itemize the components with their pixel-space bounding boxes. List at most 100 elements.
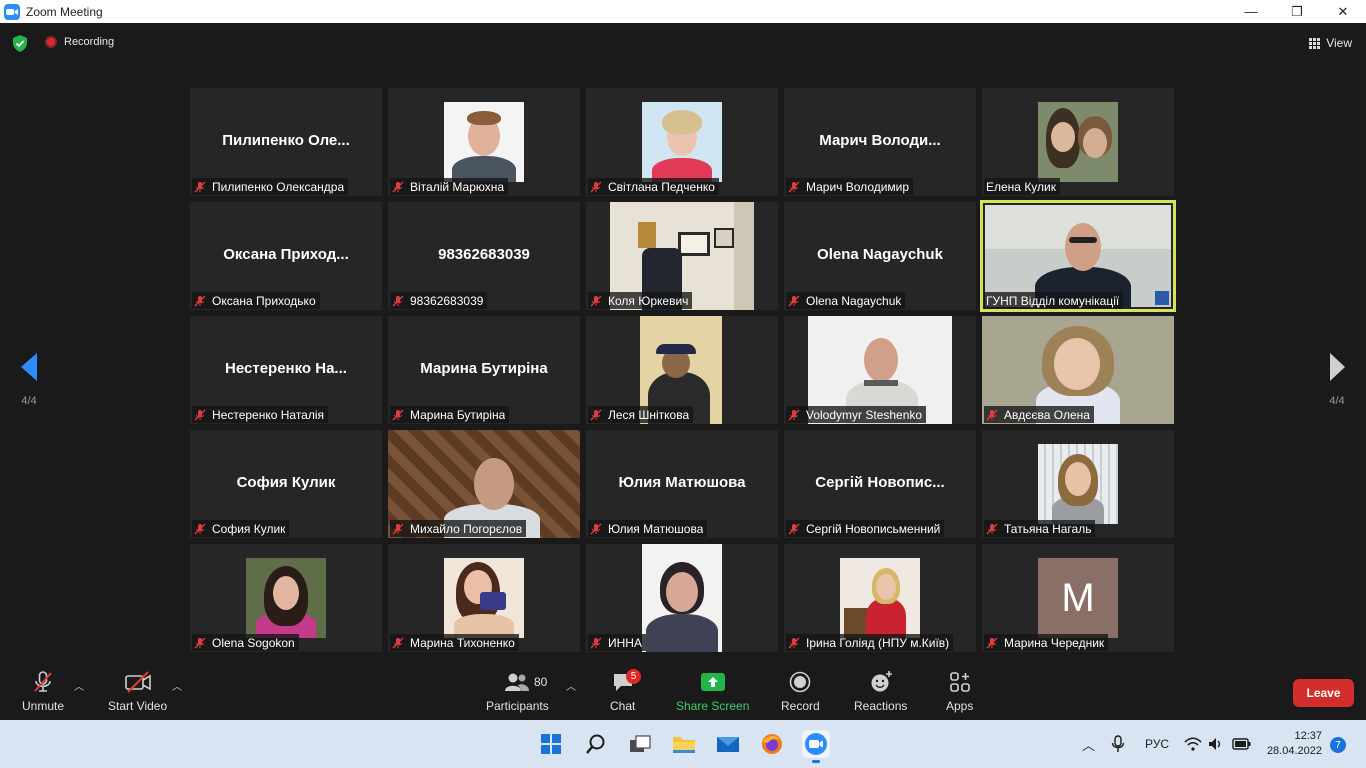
profile-photo	[642, 102, 722, 182]
participant-display-name: Юлия Матюшова	[618, 474, 746, 491]
show-hidden-icons-button[interactable]: ︿	[1082, 720, 1095, 768]
participant-tile[interactable]: Віталій Марюхна	[388, 88, 580, 196]
avatar-letter: M	[1061, 575, 1095, 620]
mail-icon[interactable]	[714, 730, 742, 758]
restore-button[interactable]: ❐	[1274, 0, 1320, 23]
minimize-button[interactable]: —	[1228, 0, 1274, 23]
participant-tile[interactable]: Марина Тихоненко	[388, 544, 580, 652]
participant-tile[interactable]: Елена Кулик	[982, 88, 1174, 196]
participant-name: Татьяна Нагаль	[1004, 521, 1092, 536]
battery-icon[interactable]	[1232, 720, 1252, 768]
participant-name-label: ГУНП Відділ комунікації	[984, 292, 1124, 309]
title-bar: Zoom Meeting — ❐ ✕	[0, 0, 1366, 23]
participant-display-name: Сергій Новопис...	[815, 474, 945, 491]
participant-tile[interactable]: Olena Nagaychuk Olena Nagaychuk	[784, 202, 976, 310]
input-language-indicator[interactable]: РУС	[1145, 720, 1169, 768]
firefox-icon[interactable]	[758, 730, 786, 758]
participant-tile[interactable]: Татьяна Нагаль	[982, 430, 1174, 538]
apps-button[interactable]: Apps	[946, 670, 973, 713]
muted-mic-icon	[788, 181, 800, 192]
participant-tile[interactable]: Леся Шніткова	[586, 316, 778, 424]
participant-tile[interactable]: Марич Володи... Марич Володимир	[784, 88, 976, 196]
participant-name-label: Марина Тихоненко	[390, 634, 519, 651]
video-options-caret-icon[interactable]: ︿	[172, 678, 182, 693]
leave-button[interactable]: Leave	[1293, 679, 1354, 707]
arrow-right-icon	[1330, 353, 1345, 381]
reactions-smiley-icon	[871, 671, 892, 692]
participant-tile[interactable]: Світлана Педченко	[586, 88, 778, 196]
participant-tile[interactable]: Юлия Матюшова Юлия Матюшова	[586, 430, 778, 538]
participant-tile[interactable]: Оксана Приход... Оксана Приходько	[190, 202, 382, 310]
record-icon	[790, 671, 811, 693]
encryption-shield-icon[interactable]	[12, 35, 28, 52]
participant-name: Світлана Педченко	[608, 179, 715, 194]
notification-count-badge[interactable]: 7	[1330, 737, 1346, 753]
apps-label: Apps	[946, 699, 974, 713]
unmute-label: Unmute	[22, 699, 65, 713]
recording-label: Recording	[64, 36, 115, 48]
clock-date: 28.04.2022	[1266, 745, 1322, 757]
participant-tile[interactable]: Ірина Голіяд (НПУ м.Київ)	[784, 544, 976, 652]
record-button[interactable]: Record	[781, 670, 820, 713]
start-menu-icon[interactable]	[537, 730, 565, 758]
task-view-icon[interactable]	[626, 730, 654, 758]
participant-name: ИННА	[608, 635, 642, 650]
search-icon[interactable]	[582, 730, 610, 758]
participant-name-label: Марич Володимир	[786, 178, 914, 195]
volume-icon[interactable]	[1208, 720, 1224, 768]
close-button[interactable]: ✕	[1320, 0, 1366, 23]
participant-name-label: Марина Чередник	[984, 634, 1109, 651]
zoom-window: Zoom Meeting — ❐ ✕ Recording View 4/4 4/…	[0, 0, 1366, 768]
participant-tile[interactable]: Пилипенко Оле... Пилипенко Олександра	[190, 88, 382, 196]
video-feed	[642, 544, 722, 652]
participant-display-name: Марина Бутиріна	[420, 360, 548, 377]
zoom-taskbar-icon[interactable]	[802, 730, 830, 763]
unmute-button[interactable]: Unmute	[22, 670, 64, 713]
participant-name: Марина Бутиріна	[410, 407, 506, 422]
participant-tile[interactable]: Сергій Новопис... Сергій Новописьменний	[784, 430, 976, 538]
file-explorer-icon[interactable]	[670, 730, 698, 758]
participant-tile[interactable]: ИННА	[586, 544, 778, 652]
participant-tile[interactable]: Volodymyr Steshenko	[784, 316, 976, 424]
participant-name: Марина Тихоненко	[410, 635, 515, 650]
chat-label: Chat	[610, 699, 636, 713]
wifi-icon[interactable]	[1184, 720, 1202, 768]
participant-tile[interactable]: M Марина Чередник	[982, 544, 1174, 652]
reactions-button[interactable]: Reactions	[854, 670, 907, 713]
recording-indicator[interactable]: Recording	[45, 36, 114, 48]
muted-mic-icon	[986, 409, 998, 420]
participant-name-label: Сергій Новописьменний	[786, 520, 945, 537]
participant-name: Марина Чередник	[1004, 635, 1105, 650]
participant-tile[interactable]: Авдєєва Олена	[982, 316, 1174, 424]
participant-tile[interactable]: Марина Бутиріна Марина Бутиріна	[388, 316, 580, 424]
participant-tile[interactable]: Михайло Погорєлов	[388, 430, 580, 538]
muted-mic-icon	[392, 523, 404, 534]
participant-tile[interactable]: 98362683039 98362683039	[388, 202, 580, 310]
reactions-label: Reactions	[854, 699, 908, 713]
view-button[interactable]: View	[1303, 33, 1358, 53]
muted-mic-icon	[392, 409, 404, 420]
system-clock[interactable]: 12:37 28.04.2022	[1262, 729, 1322, 759]
audio-options-caret-icon[interactable]: ︿	[74, 678, 84, 693]
participant-name-label: Юлия Матюшова	[588, 520, 708, 537]
participant-tile[interactable]: Olena Sogokon	[190, 544, 382, 652]
participant-tile[interactable]: Коля Юркевич	[586, 202, 778, 310]
participants-options-caret-icon[interactable]: ︿	[566, 678, 576, 693]
participant-name: Юлия Матюшова	[608, 521, 704, 536]
participant-display-name: Марич Володи...	[819, 132, 941, 149]
participant-tile[interactable]: София Кулик София Кулик	[190, 430, 382, 538]
start-video-button[interactable]: Start Video	[108, 670, 167, 713]
share-screen-button[interactable]: Share Screen	[676, 670, 749, 713]
microphone-tray-icon[interactable]	[1111, 720, 1125, 768]
next-page-button[interactable]: 4/4	[1323, 352, 1351, 407]
participant-tile[interactable]: Нестеренко На... Нестеренко Наталія	[190, 316, 382, 424]
previous-page-button[interactable]: 4/4	[15, 352, 43, 407]
muted-mic-icon	[590, 523, 602, 534]
muted-mic-icon	[788, 637, 800, 648]
participant-tile-active-speaker[interactable]: ГУНП Відділ комунікації	[980, 200, 1176, 312]
participant-name-label: Марина Бутиріна	[390, 406, 510, 423]
participants-icon	[505, 673, 530, 691]
muted-mic-icon	[194, 523, 206, 534]
muted-mic-icon	[986, 637, 998, 648]
record-label: Record	[781, 699, 820, 713]
